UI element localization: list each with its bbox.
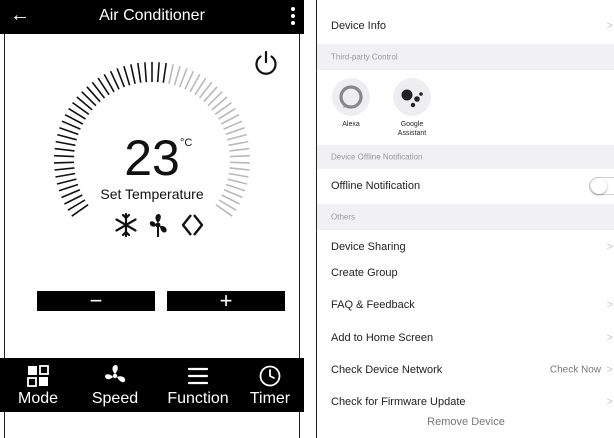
page-title: Air Conditioner xyxy=(99,7,205,24)
tab-timer-label: Timer xyxy=(249,390,291,407)
more-options-icon[interactable] xyxy=(290,7,296,27)
tab-mode[interactable]: Mode xyxy=(8,358,68,412)
section-offline-label: Device Offline Notification xyxy=(331,152,423,162)
chevron-right-icon: > xyxy=(606,364,613,376)
dial-tick xyxy=(168,64,174,84)
dial-tick xyxy=(123,65,131,86)
tab-speed[interactable]: Speed xyxy=(82,358,148,412)
menu-icon xyxy=(187,367,209,385)
section-offline: Device Offline Notification xyxy=(317,145,614,169)
offline-notification-row: Offline Notification xyxy=(317,170,614,202)
check-now-link[interactable]: Check Now xyxy=(550,365,601,376)
fan-icon xyxy=(105,365,126,383)
alexa-icon xyxy=(339,85,363,109)
offline-notification-label: Offline Notification xyxy=(331,180,421,192)
temperature-unit: °C xyxy=(180,137,193,149)
auto-swing-icon xyxy=(181,214,204,236)
third-party-control: Alexa Google Assistant xyxy=(317,70,614,140)
device-sharing-row[interactable]: Device Sharing > xyxy=(317,234,614,260)
dial-tick xyxy=(144,62,148,83)
tab-mode-label: Mode xyxy=(17,390,59,407)
section-third-party: Third-party Control xyxy=(317,44,614,70)
chevron-right-icon: > xyxy=(606,299,613,311)
dial-tick xyxy=(156,62,160,83)
create-group-label: Create Group xyxy=(331,267,398,279)
chevron-right-icon: > xyxy=(606,241,613,253)
add-home-row[interactable]: Add to Home Screen > xyxy=(317,324,614,352)
chevron-right-icon: > xyxy=(606,20,613,32)
settings-panel: Device Info > Third-party Control Alexa … xyxy=(316,0,614,438)
remove-device-button[interactable]: Remove Device xyxy=(317,416,614,428)
ac-panel: ← Air Conditioner 23 °C Set Temperature xyxy=(0,0,304,438)
bottom-tab-bar: Mode Speed Function Timer xyxy=(0,358,304,412)
firmware-label: Check for Firmware Update xyxy=(331,396,466,408)
mode-icon xyxy=(27,365,49,387)
firmware-row[interactable]: Check for Firmware Update > xyxy=(317,388,614,416)
device-info-label: Device Info xyxy=(331,20,387,32)
section-others-label: Others xyxy=(331,212,356,222)
alexa-label: Alexa xyxy=(342,121,360,128)
device-sharing-label: Device Sharing xyxy=(331,241,406,253)
status-icons xyxy=(115,212,204,238)
toggle-knob xyxy=(591,178,607,194)
dial-tick xyxy=(173,65,181,86)
tab-function[interactable]: Function xyxy=(160,358,236,412)
create-group-row[interactable]: Create Group xyxy=(317,260,614,286)
faq-label: FAQ & Feedback xyxy=(331,299,415,311)
fan-icon xyxy=(149,214,167,237)
chevron-right-icon: > xyxy=(606,396,613,408)
dial-tick xyxy=(130,64,136,84)
decrease-temperature-button[interactable]: − xyxy=(37,290,155,312)
google-assistant-button[interactable] xyxy=(393,78,431,116)
google-assistant-label: Google Assistant xyxy=(387,120,437,138)
set-temperature-label: Set Temperature xyxy=(100,186,204,202)
alexa-button[interactable] xyxy=(332,78,370,116)
google-assistant-icon xyxy=(401,89,423,108)
clock-icon xyxy=(259,365,281,387)
tab-speed-label: Speed xyxy=(91,390,139,407)
dial-tick xyxy=(61,120,81,130)
dial-tick xyxy=(178,68,188,88)
add-home-label: Add to Home Screen xyxy=(331,332,434,344)
google-label-line1: Google xyxy=(400,121,424,128)
dial-tick xyxy=(137,62,142,83)
tab-timer[interactable]: Timer xyxy=(240,358,300,412)
dial-tick xyxy=(116,68,126,88)
snowflake-icon xyxy=(115,212,137,238)
faq-row[interactable]: FAQ & Feedback > xyxy=(317,291,614,319)
top-bar: ← Air Conditioner xyxy=(0,0,304,34)
check-network-label: Check Device Network xyxy=(331,364,443,376)
dial-tick xyxy=(162,62,167,83)
temperature-value: 23 xyxy=(124,130,180,186)
increase-temperature-button[interactable]: + xyxy=(167,290,285,312)
section-third-party-label: Third-party Control xyxy=(331,52,398,62)
tab-function-label: Function xyxy=(167,390,229,407)
google-label-line2: Assistant xyxy=(397,130,427,137)
check-network-row[interactable]: Check Device Network Check Now > xyxy=(317,356,614,384)
device-info-row[interactable]: Device Info > xyxy=(317,10,614,42)
dial-tick xyxy=(223,120,243,130)
chevron-right-icon: > xyxy=(606,332,613,344)
section-others: Others xyxy=(317,204,614,230)
offline-notification-toggle[interactable] xyxy=(589,177,614,195)
